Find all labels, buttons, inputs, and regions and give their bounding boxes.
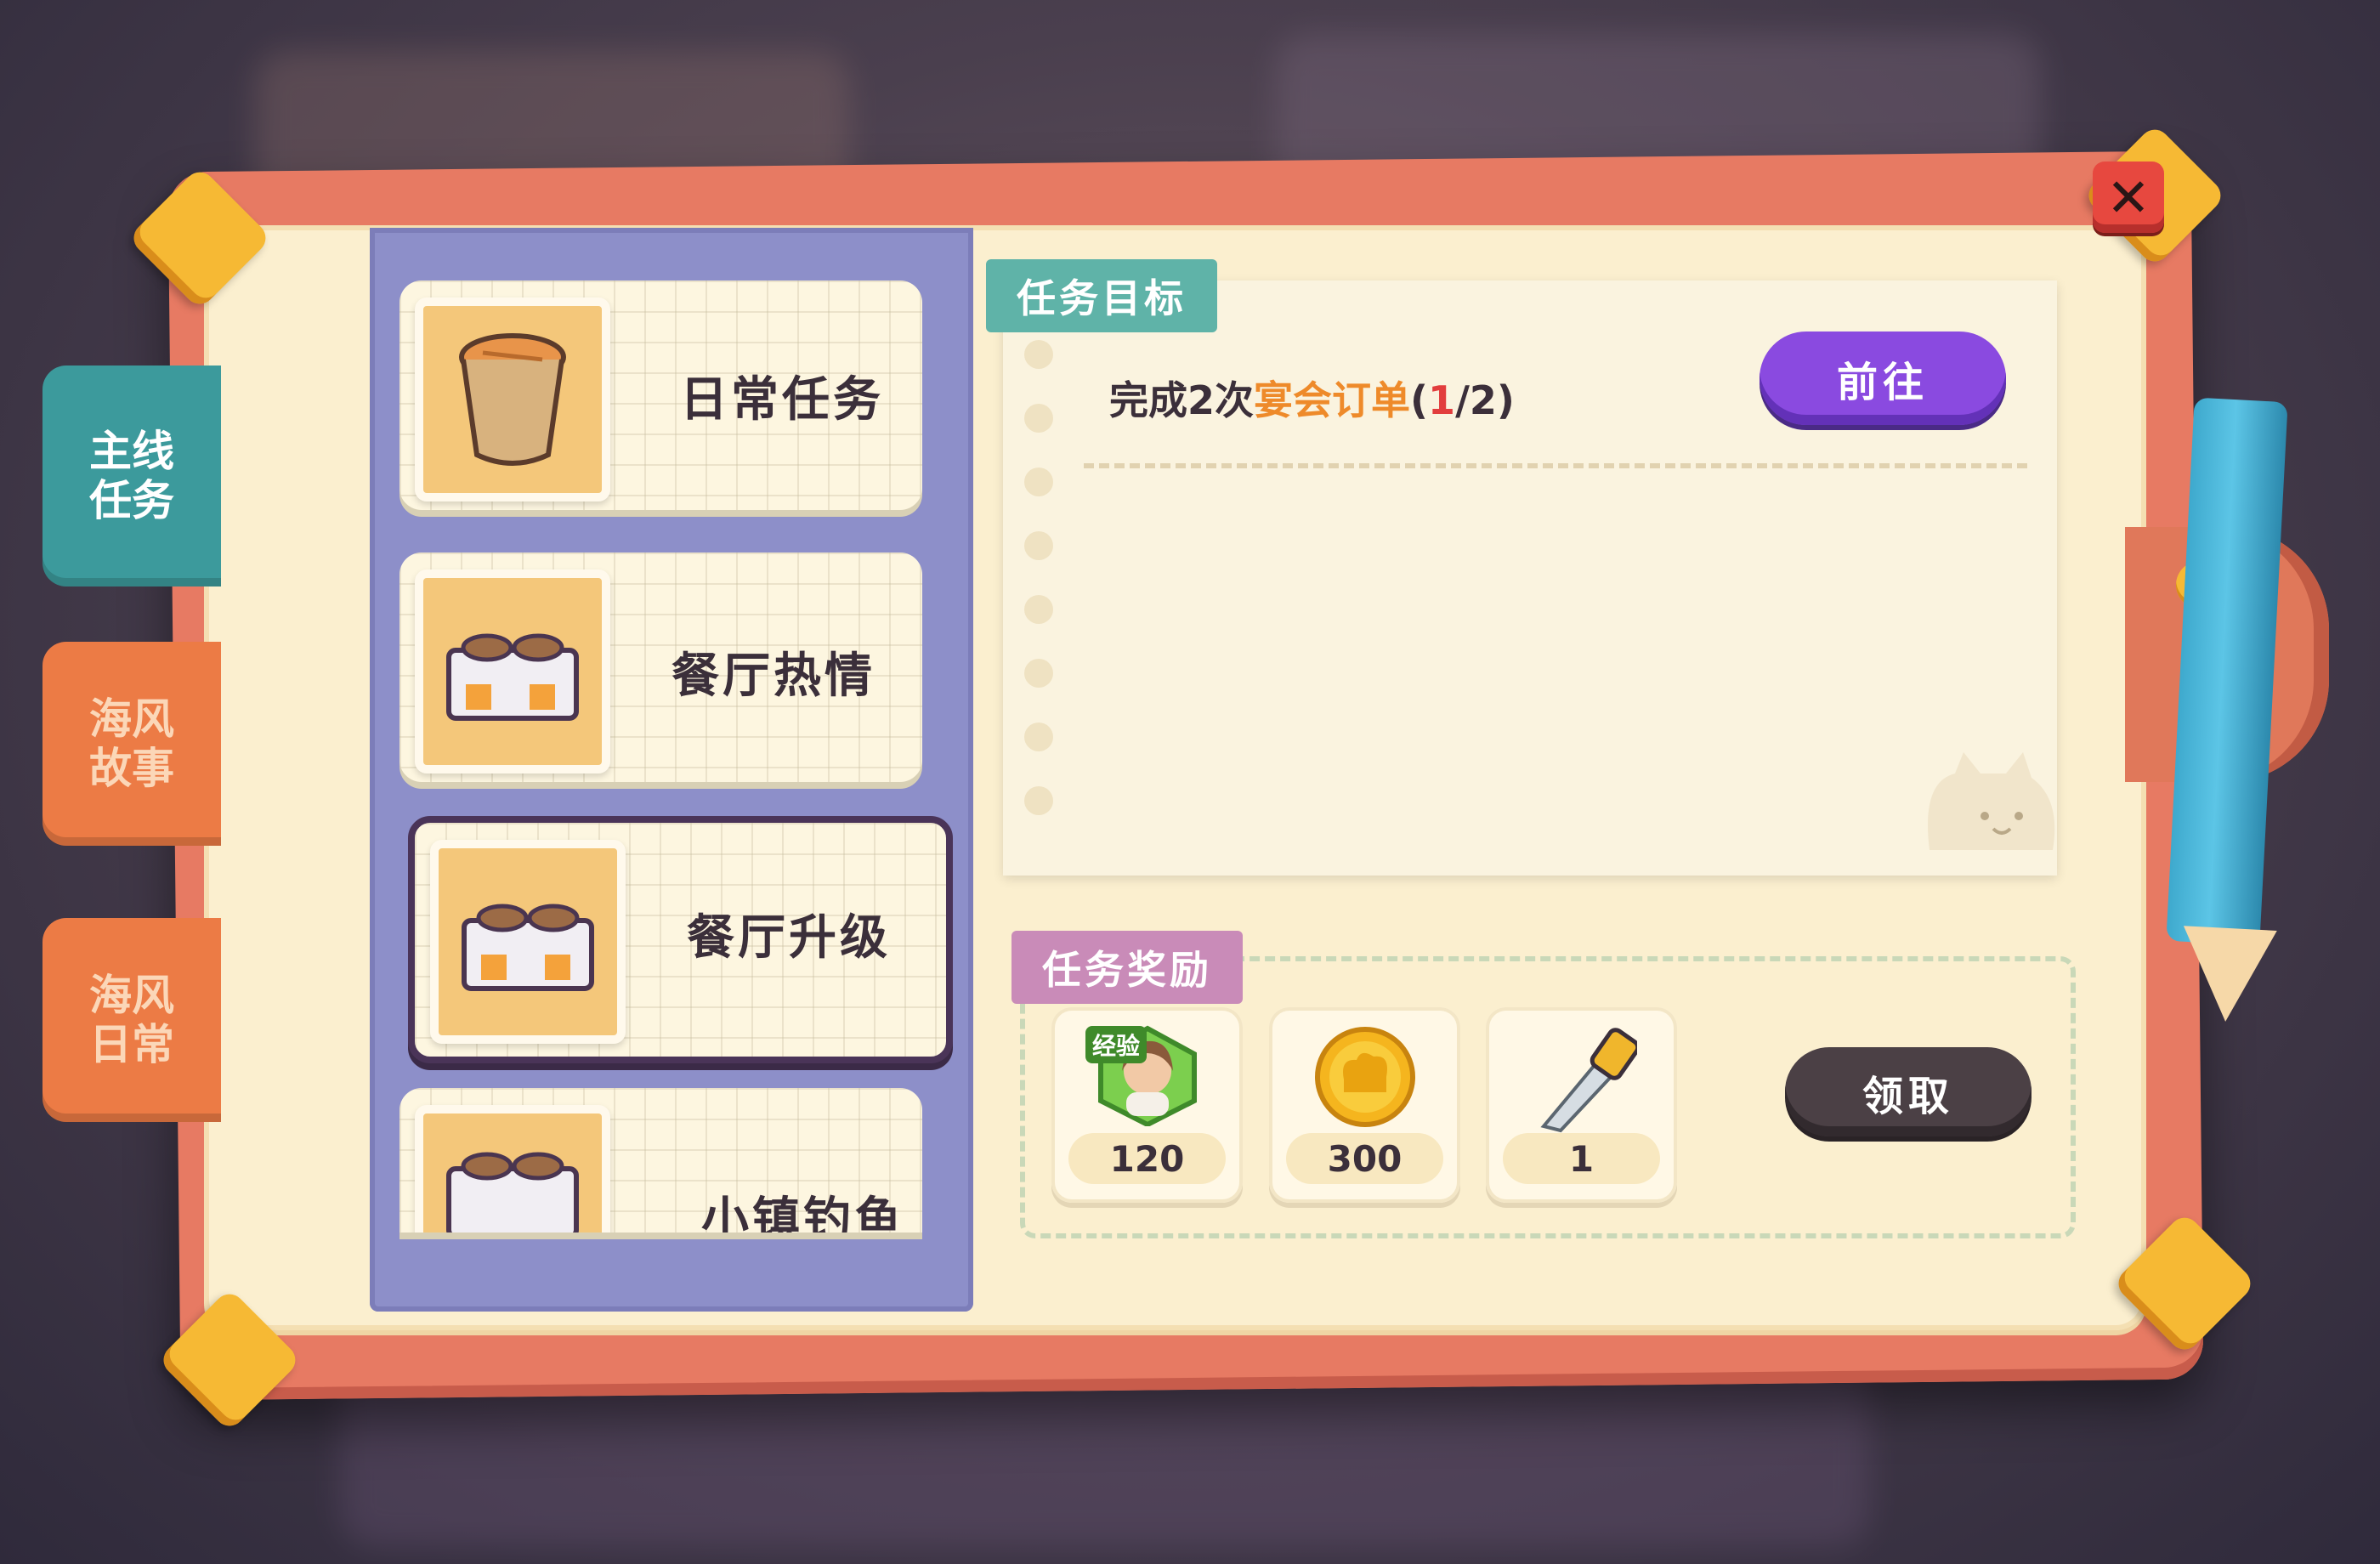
claim-button[interactable]: 领取	[1785, 1047, 2032, 1136]
notebook-hole	[1024, 595, 1053, 624]
quest-item-restaurant-upgrade[interactable]: 餐厅升级	[408, 816, 953, 1063]
reward-count: 120	[1068, 1133, 1226, 1184]
quest-item-daily[interactable]: 日常任务	[400, 280, 922, 510]
tab-label: 海风	[89, 694, 174, 744]
quest-item-title: 餐厅热情	[672, 649, 876, 704]
notebook-hole	[1024, 531, 1053, 560]
notebook-hole	[1024, 659, 1053, 688]
quest-item-title: 小镇钓鱼	[701, 1193, 905, 1232]
tab-seabreeze-story[interactable]: 海风 故事	[42, 642, 221, 846]
experience-badge: 经验	[1085, 1026, 1148, 1063]
divider	[1084, 463, 2027, 468]
pencil-tip-icon	[2179, 926, 2277, 1024]
quest-item-title: 日常任务	[680, 372, 884, 428]
bucket-icon	[415, 298, 610, 502]
notebook-hole	[1024, 468, 1053, 496]
notebook-hole	[1024, 722, 1053, 751]
tab-label: 主线	[89, 427, 174, 476]
notebook-hole	[1024, 340, 1053, 369]
reward-item-coin[interactable]: 300	[1269, 1007, 1460, 1203]
saw-icon	[1527, 1024, 1640, 1138]
go-button[interactable]: 前往	[1760, 332, 2006, 425]
reward-header: 任务奖励	[1012, 931, 1243, 1004]
objective-progress-total: /2)	[1455, 377, 1515, 423]
stove-icon	[430, 840, 626, 1044]
reward-item-experience[interactable]: 经验 120	[1051, 1007, 1243, 1203]
cat-doodle-icon	[1928, 752, 2055, 850]
tab-main-quest[interactable]: 主线 任务	[42, 366, 221, 586]
stove-icon	[415, 1105, 610, 1232]
quest-item-town-fishing[interactable]: 小镇钓鱼	[400, 1088, 922, 1232]
tab-label: 日常	[89, 1020, 174, 1069]
close-icon[interactable]: ✕	[2093, 162, 2164, 233]
reward-count: 1	[1503, 1133, 1660, 1184]
tab-label: 故事	[89, 744, 174, 793]
reward-count: 300	[1286, 1133, 1443, 1184]
notebook-hole	[1024, 404, 1053, 433]
objective-progress-current: 1	[1428, 377, 1456, 423]
objective-text: 完成2次宴会订单(1/2)	[1109, 370, 1515, 426]
notebook-hole	[1024, 786, 1053, 815]
chef-coin-icon	[1310, 1024, 1420, 1138]
tab-seabreeze-daily[interactable]: 海风 日常	[42, 918, 221, 1122]
objective-highlight: 宴会订单	[1254, 377, 1411, 423]
objective-header: 任务目标	[986, 259, 1217, 332]
tab-label: 任务	[89, 476, 174, 525]
quest-item-restaurant-enthusiasm[interactable]: 餐厅热情	[400, 552, 922, 782]
objective-prefix: 完成2次	[1109, 377, 1255, 423]
reward-item-saw[interactable]: 1	[1486, 1007, 1677, 1203]
stove-icon	[415, 570, 610, 774]
quest-item-title: 餐厅升级	[687, 910, 891, 966]
tab-label: 海风	[89, 971, 174, 1020]
objective-progress-open: (	[1410, 377, 1429, 423]
